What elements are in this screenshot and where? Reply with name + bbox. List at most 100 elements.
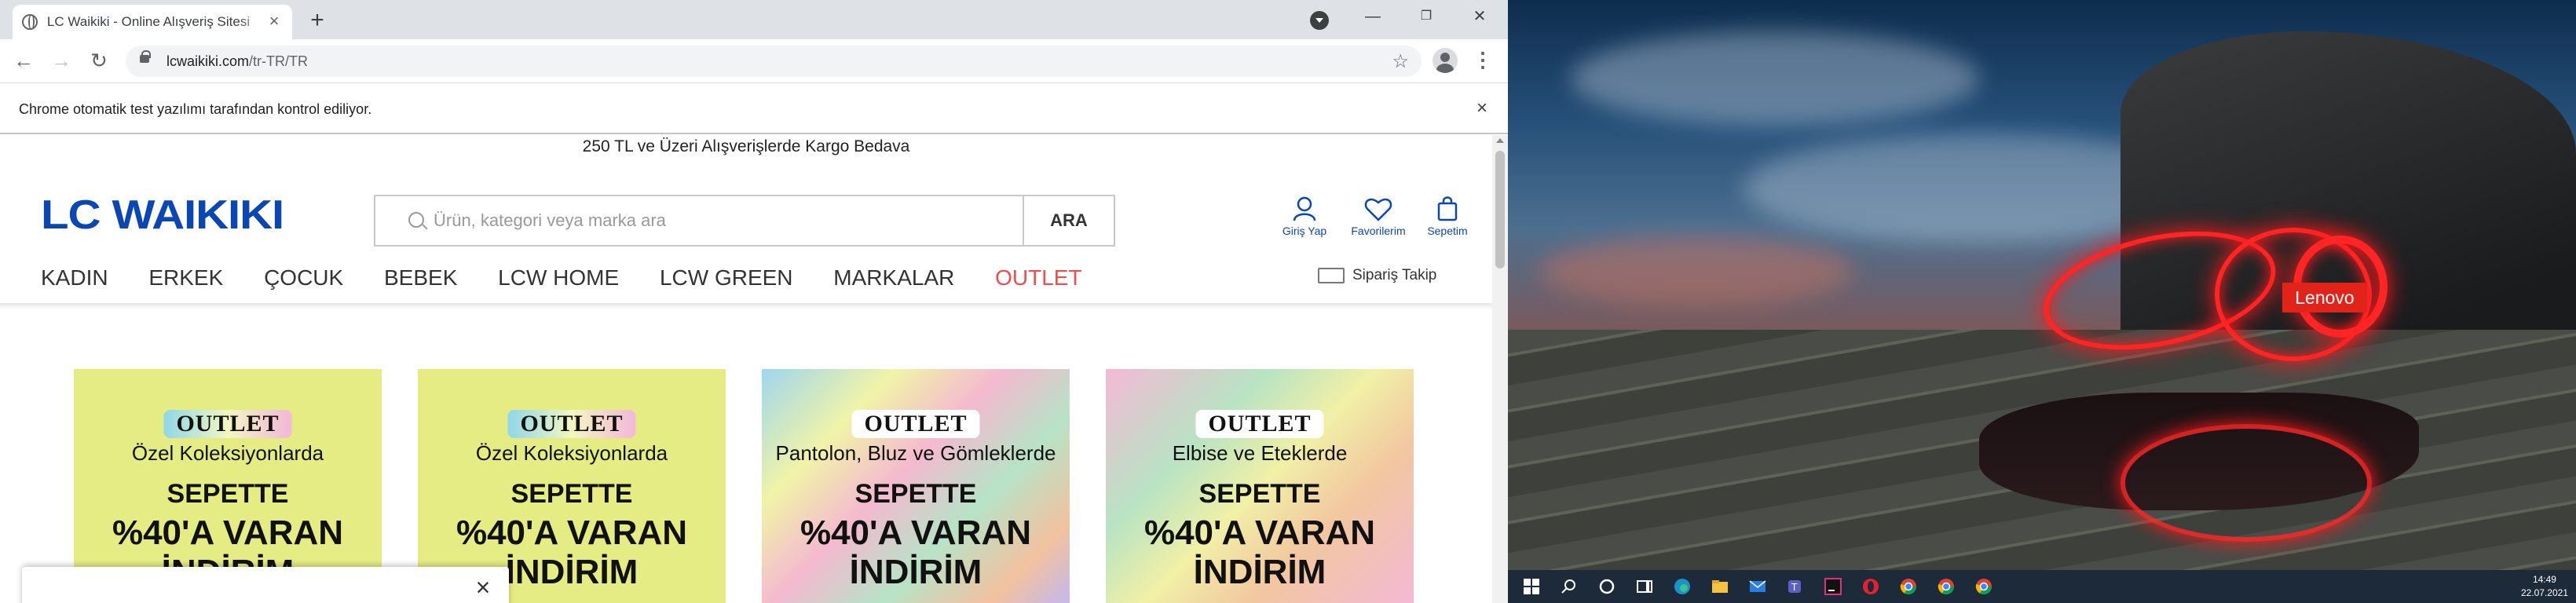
card-line1: SEPETTE bbox=[1198, 479, 1321, 509]
card-subtitle: Özel Koleksiyonlarda bbox=[131, 441, 324, 465]
user-icon bbox=[1293, 196, 1316, 221]
wallpaper-cloud bbox=[1571, 31, 1979, 126]
card-subtitle: Pantolon, Bluz ve Gömleklerde bbox=[775, 441, 1056, 465]
desktop-wallpaper bbox=[1508, 0, 2576, 570]
card-tag: OUTLET bbox=[851, 410, 980, 438]
close-window-button[interactable]: ✕ bbox=[1458, 5, 1502, 28]
windows-taskbar: T 14:49 22.07.2021 bbox=[1508, 570, 2576, 603]
wallpaper-cloud bbox=[1539, 236, 1853, 306]
favorites-link[interactable]: Favorilerim bbox=[1343, 196, 1414, 237]
light-reflection bbox=[2120, 424, 2372, 542]
order-tracking-label: Sipariş Takip bbox=[1352, 267, 1437, 283]
card-line1: SEPETTE bbox=[166, 479, 289, 509]
promo-card-4[interactable]: OUTLET Elbise ve Eteklerde SEPETTE %40'A… bbox=[1106, 369, 1414, 603]
minimize-button[interactable]: — bbox=[1351, 5, 1395, 28]
main-nav: KADIN ERKEK ÇOCUK BEBEK LCW HOME LCW GRE… bbox=[41, 265, 1117, 291]
mail-icon[interactable] bbox=[1748, 577, 1767, 596]
order-tracking-link[interactable]: Sipariş Takip bbox=[1318, 267, 1436, 284]
back-arrow-icon[interactable]: ← bbox=[11, 49, 36, 74]
task-view-icon[interactable] bbox=[1635, 577, 1654, 596]
tab-title: LC Waikiki - Online Alışveriş Sitesi bbox=[46, 14, 251, 29]
bag-icon bbox=[1437, 196, 1458, 221]
reload-icon[interactable]: ↻ bbox=[86, 49, 112, 74]
cart-label: Sepetim bbox=[1427, 225, 1468, 237]
cortana-icon[interactable] bbox=[1597, 577, 1616, 596]
card-tag: OUTLET bbox=[163, 410, 292, 438]
globe-icon bbox=[22, 14, 38, 30]
cart-link[interactable]: Sepetim bbox=[1412, 196, 1483, 237]
card-line3: İNDİRİM bbox=[849, 553, 982, 591]
windows-start-icon[interactable] bbox=[1522, 577, 1541, 596]
bookmark-star-icon[interactable]: ☆ bbox=[1392, 50, 1409, 73]
card-tag: OUTLET bbox=[507, 410, 636, 438]
card-tag: OUTLET bbox=[1195, 410, 1324, 438]
automation-infobar: Chrome otomatik test yazılımı tarafından… bbox=[0, 84, 1508, 134]
nav-item-cocuk[interactable]: ÇOCUK bbox=[264, 265, 343, 290]
teams-icon[interactable]: T bbox=[1786, 577, 1805, 596]
card-line2: %40'A VARAN bbox=[112, 513, 344, 552]
search-icon[interactable] bbox=[1560, 577, 1579, 596]
nav-item-markalar[interactable]: MARKALAR bbox=[833, 265, 954, 290]
infobar-close-icon[interactable]: × bbox=[1470, 97, 1494, 120]
tab-lcwaikiki[interactable]: LC Waikiki - Online Alışveriş Sitesi × bbox=[13, 5, 292, 39]
lock-icon[interactable] bbox=[140, 50, 151, 63]
header-divider bbox=[0, 303, 1492, 309]
nav-item-lcw-home[interactable]: LCW HOME bbox=[498, 265, 619, 290]
card-line3: İNDİRİM bbox=[1193, 553, 1326, 591]
menu-kebab-icon[interactable]: ⋮ bbox=[1470, 49, 1495, 74]
truck-icon bbox=[1318, 268, 1345, 283]
card-line1: SEPETTE bbox=[510, 479, 633, 509]
url-text: lcwaikiki.com/tr-TR/TR bbox=[166, 53, 308, 69]
page-scrollbar[interactable] bbox=[1492, 135, 1508, 603]
card-subtitle: Elbise ve Eteklerde bbox=[1172, 441, 1348, 465]
close-tab-icon[interactable]: × bbox=[265, 13, 283, 31]
file-explorer-icon[interactable] bbox=[1711, 577, 1729, 596]
search-icon bbox=[408, 212, 424, 228]
scrollbar-thumb[interactable] bbox=[1495, 151, 1505, 269]
svg-text:T: T bbox=[1791, 582, 1798, 593]
nav-item-outlet[interactable]: OUTLET bbox=[995, 265, 1081, 290]
scroll-up-arrow-icon[interactable] bbox=[1496, 138, 1504, 143]
tab-strip: LC Waikiki - Online Alışveriş Sitesi × +… bbox=[0, 0, 1508, 39]
profile-avatar-icon[interactable] bbox=[1433, 48, 1458, 73]
nav-item-erkek[interactable]: ERKEK bbox=[148, 265, 223, 290]
forward-arrow-icon[interactable]: → bbox=[49, 49, 74, 74]
browser-toolbar: ← → ↻ lcwaikiki.com/tr-TR/TR ☆ ⋮ bbox=[0, 39, 1508, 83]
clock-date: 22.07.2021 bbox=[2520, 587, 2568, 598]
taskbar-clock[interactable]: 14:49 22.07.2021 bbox=[2521, 573, 2568, 600]
search-button[interactable]: ARA bbox=[1023, 195, 1115, 247]
restore-button[interactable]: ❐ bbox=[1404, 5, 1448, 28]
cookie-close-icon[interactable]: × bbox=[471, 575, 495, 600]
opera-icon[interactable] bbox=[1861, 577, 1880, 596]
shipping-promo-bar[interactable]: 250 TL ve Üzeri Alışverişlerde Kargo Bed… bbox=[0, 135, 1492, 159]
lenovo-badge: Lenovo bbox=[2282, 283, 2367, 312]
chrome-icon[interactable] bbox=[1974, 577, 1993, 596]
card-line2: %40'A VARAN bbox=[1143, 513, 1376, 552]
card-line2: %40'A VARAN bbox=[456, 513, 688, 552]
tab-search-icon[interactable] bbox=[1310, 11, 1329, 30]
card-line2: %40'A VARAN bbox=[800, 513, 1032, 552]
chrome-icon[interactable] bbox=[1899, 577, 1918, 596]
heart-icon bbox=[1364, 198, 1392, 221]
login-label: Giriş Yap bbox=[1282, 225, 1327, 237]
new-tab-button[interactable]: + bbox=[305, 9, 330, 34]
login-link[interactable]: Giriş Yap bbox=[1269, 196, 1340, 237]
clock-time: 14:49 bbox=[2532, 574, 2556, 585]
browser-window: LC Waikiki - Online Alışveriş Sitesi × +… bbox=[0, 0, 1508, 603]
promo-card-3[interactable]: OUTLET Pantolon, Bluz ve Gömleklerde SEP… bbox=[762, 369, 1070, 603]
web-page: 250 TL ve Üzeri Alışverişlerde Kargo Bed… bbox=[0, 135, 1492, 603]
cookie-banner bbox=[22, 567, 509, 603]
intellij-icon[interactable] bbox=[1824, 577, 1842, 596]
nav-item-lcw-green[interactable]: LCW GREEN bbox=[660, 265, 793, 290]
chrome-icon[interactable] bbox=[1937, 577, 1956, 596]
favorites-label: Favorilerim bbox=[1351, 225, 1406, 237]
search-placeholder: Ürün, kategori veya marka ara bbox=[434, 210, 666, 230]
infobar-text: Chrome otomatik test yazılımı tarafından… bbox=[19, 101, 372, 117]
card-line1: SEPETTE bbox=[854, 479, 977, 509]
nav-item-bebek[interactable]: BEBEK bbox=[384, 265, 457, 290]
card-subtitle: Özel Koleksiyonlarda bbox=[475, 441, 668, 465]
address-bar[interactable]: lcwaikiki.com/tr-TR/TR ☆ bbox=[126, 46, 1422, 77]
site-logo[interactable]: LC WAIKIKI bbox=[41, 192, 284, 239]
edge-icon[interactable] bbox=[1673, 577, 1692, 596]
nav-item-kadin[interactable]: KADIN bbox=[41, 265, 108, 290]
